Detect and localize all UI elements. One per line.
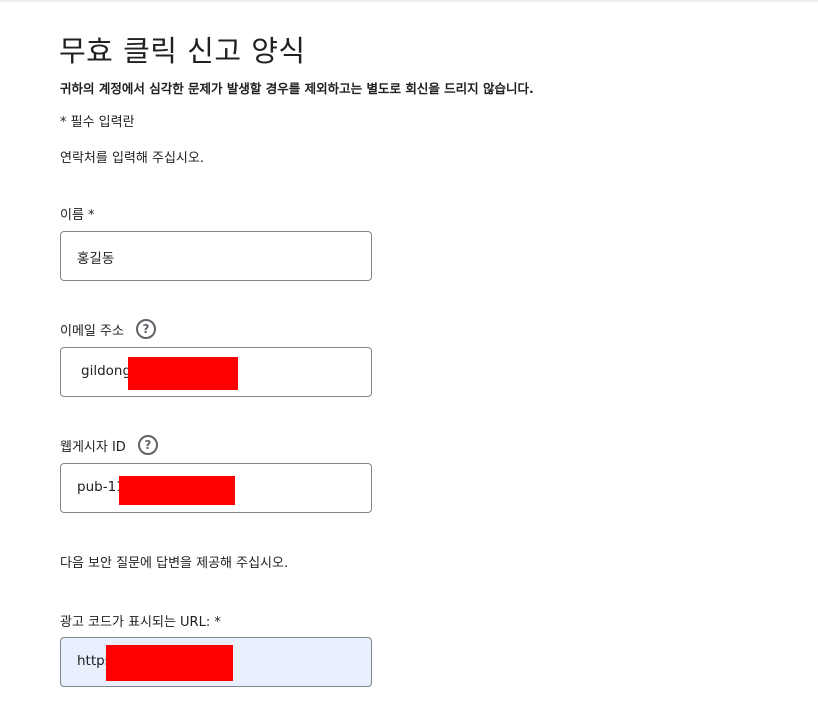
publisher-id-field-value: pub-11 [77, 479, 125, 495]
publisher-id-field[interactable]: pub-11 [60, 463, 372, 513]
publisher-id-help-icon[interactable]: ? [137, 435, 158, 455]
email-field[interactable]: gildong [60, 347, 372, 397]
name-field[interactable]: 홍길동 [60, 231, 372, 281]
url-redaction [106, 645, 233, 681]
publisher-id-label: 웹게시자 ID ? [60, 435, 158, 455]
required-note: * 필수 입력란 [60, 115, 135, 130]
contact-prompt: 연락처를 입력해 주십시오. [60, 151, 204, 166]
publisher-id-label-text: 웹게시자 ID [60, 439, 126, 455]
reply-warning-text: 귀하의 계정에서 심각한 문제가 발생할 경우를 제외하고는 별도로 회신을 드… [60, 81, 534, 96]
email-help-icon[interactable]: ? [135, 319, 156, 339]
url-label: 광고 코드가 표시되는 URL: * [60, 611, 221, 630]
email-field-value: gildong [81, 363, 132, 379]
email-label-text: 이메일 주소 [60, 323, 124, 339]
name-label: 이름 * [60, 204, 95, 223]
url-label-text: 광고 코드가 표시되는 URL: * [60, 615, 221, 630]
email-label: 이메일 주소 ? [60, 319, 156, 339]
invalid-click-report-form: 무효 클릭 신고 양식 귀하의 계정에서 심각한 문제가 발생할 경우를 제외하… [0, 0, 818, 715]
publisher-id-redaction [119, 476, 235, 505]
url-field[interactable]: https [60, 637, 372, 687]
email-redaction [128, 357, 238, 390]
page-title: 무효 클릭 신고 양식 [59, 34, 306, 68]
security-prompt: 다음 보안 질문에 답변을 제공해 주십시오. [60, 556, 289, 571]
name-field-value: 홍길동 [77, 251, 115, 267]
name-label-text: 이름 * [60, 208, 95, 223]
